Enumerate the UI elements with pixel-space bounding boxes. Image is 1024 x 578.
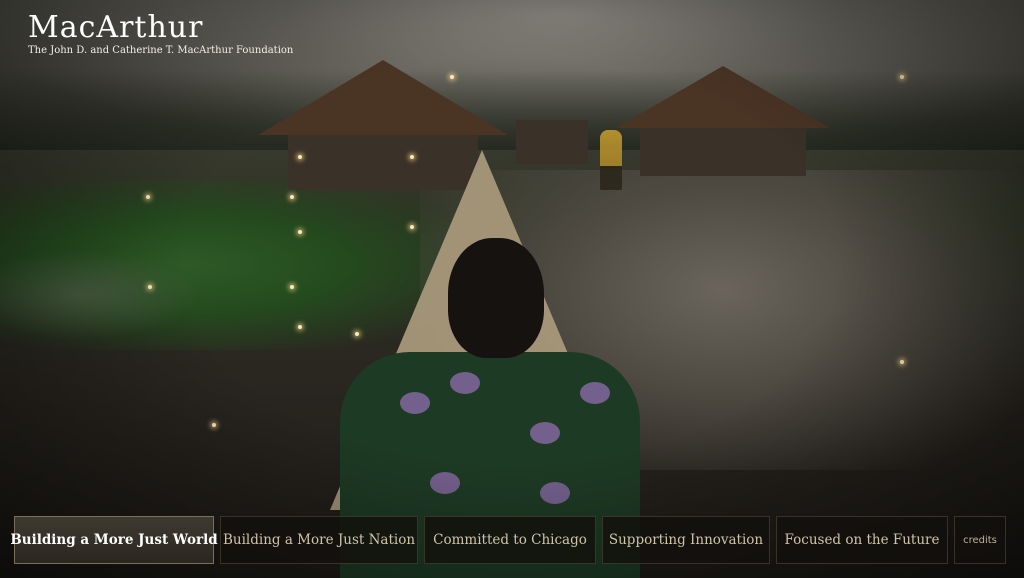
nav-credits[interactable]: credits — [954, 516, 1006, 564]
hero-photo — [0, 0, 1024, 578]
nav-focused-on-the-future[interactable]: Focused on the Future — [776, 516, 948, 564]
nav-committed-to-chicago[interactable]: Committed to Chicago — [424, 516, 596, 564]
nav-supporting-innovation[interactable]: Supporting Innovation — [602, 516, 770, 564]
vignette — [0, 0, 1024, 578]
nav-building-a-more-just-world[interactable]: Building a More Just World — [10, 516, 218, 564]
foundation-logo[interactable]: MacArthur The John D. and Catherine T. M… — [28, 10, 294, 57]
nav-building-a-more-just-nation[interactable]: Building a More Just Nation — [220, 516, 418, 564]
logo-title: MacArthur — [28, 10, 204, 45]
logo-subtitle: The John D. and Catherine T. MacArthur F… — [28, 45, 294, 56]
section-nav: Building a More Just World Building a Mo… — [10, 516, 1006, 564]
